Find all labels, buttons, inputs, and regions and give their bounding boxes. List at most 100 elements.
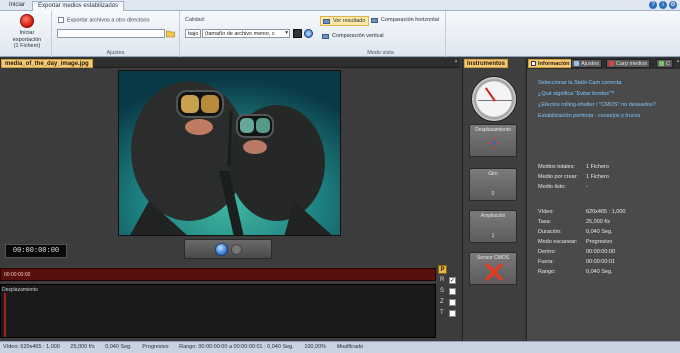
p-button[interactable]: P [438, 265, 447, 274]
video-preview [118, 70, 341, 236]
export-other-dir-label: Exportar archivos a otro directorio [67, 17, 150, 24]
help-link[interactable]: Seleccionar la Stabi-Cam correcta [538, 80, 678, 87]
info-key: Dentro: [538, 249, 557, 255]
output-dir-field[interactable] [57, 29, 165, 38]
channel-checkbox-s[interactable] [449, 288, 456, 295]
tab-c-label: C [666, 61, 670, 67]
ribbon-tabs: Iniciar Exportar medios estabilizados ? … [0, 0, 680, 11]
refresh-icon[interactable] [304, 29, 313, 38]
help-link[interactable]: ¿Qué significa "Evitar bordes"? [538, 91, 678, 98]
file-tab[interactable]: media_of_the_day_image.jpg [1, 59, 93, 68]
desplazamiento-instrument: Desplazamiento [469, 124, 517, 157]
help-link[interactable]: Estabilización perfecta - consejos y tru… [538, 113, 678, 120]
tab-informacion-label: Información [538, 61, 570, 67]
giro-value: 0 [491, 191, 495, 197]
channel-row-s: S [440, 287, 460, 298]
info-value: 0,040 Seg. [586, 229, 613, 235]
channel-row-z: Z [440, 298, 460, 309]
channel-label-z: Z [440, 299, 444, 305]
tab-iniciar[interactable]: Iniciar [4, 1, 30, 11]
channel-toggles: R ✓ S Z T [440, 276, 460, 320]
compare-vertical-button[interactable]: Comparación vertical [320, 32, 387, 42]
start-export-button[interactable]: Iniciar exportación (1 Fichero) [8, 14, 46, 50]
ampliacion-instrument: Ampliación 1 [469, 210, 517, 243]
tab-informacion[interactable]: Información [528, 59, 573, 68]
calidad-label: Calidad: [185, 17, 206, 23]
media-folder-icon [609, 61, 614, 66]
modo-vista-group-label: Modo vista [367, 50, 394, 56]
settings-icon[interactable]: ⚙ [669, 1, 677, 9]
export-other-dir-row[interactable]: Exportar archivos a otro directorio [58, 17, 150, 23]
record-icon [20, 14, 34, 28]
ajustes-group-label: Ajustes [106, 50, 125, 56]
channel-label-t: T [440, 310, 444, 316]
export-other-dir-checkbox[interactable] [58, 17, 64, 23]
view-result-icon [323, 19, 330, 24]
info-value: - [586, 184, 588, 190]
c-tab-icon [659, 61, 664, 66]
info-key: Modo escanear: [538, 239, 578, 245]
calidad-option-value: (tamaño de archivo menor, c [205, 31, 275, 37]
help-links: Seleccionar la Stabi-Cam correcta ¿Qué s… [538, 80, 678, 124]
settings-tab-icon [574, 61, 579, 66]
tab-carp-medios[interactable]: Carp medios [606, 59, 651, 68]
info-value: 620x465 : 1,000 [586, 209, 626, 215]
channel-label-r: R [440, 277, 445, 283]
ajustes-group: Exportar archivos a otro directorio Ajus… [52, 11, 180, 57]
tab-exportar[interactable]: Exportar medios estabilizados [32, 1, 125, 11]
tab-ajustes-label: Ajustes [581, 61, 600, 67]
horizon-gauge [471, 76, 517, 122]
start-export-count: (1 Fichero) [13, 43, 41, 49]
view-result-label: Ver resultado [333, 18, 366, 24]
close-icon[interactable]: ▪ [455, 59, 457, 65]
channel-checkbox-r[interactable]: ✓ [449, 277, 456, 284]
info-tabs: Información Ajustes Carp medios C ▪ [527, 58, 680, 69]
ampliacion-value: 1 [491, 233, 495, 239]
tab-ajustes[interactable]: Ajustes [571, 59, 603, 68]
status-range: Rango: 00:00:00:00 a 00:00:00:01 : 0,040… [179, 344, 294, 350]
compare-vertical-icon [322, 34, 329, 39]
calidad-level-select[interactable]: bajo [185, 29, 201, 38]
status-bar: Vídeo: 620x465 : 1,000 25,000 f/s 0,040 … [0, 341, 680, 353]
error-x-icon [485, 263, 503, 281]
folder-icon[interactable] [166, 29, 175, 38]
compare-horizontal-label: Comparación horizontal [381, 17, 440, 23]
info-value: 00:00:00:01 [586, 259, 616, 265]
view-result-button[interactable]: Ver resultado [320, 16, 370, 26]
channel-checkbox-z[interactable] [449, 299, 456, 306]
compare-horizontal-button[interactable]: Comparación horizontal [369, 16, 442, 26]
start-export-group: Iniciar exportación (1 Fichero) [0, 11, 52, 57]
close-icon[interactable]: ▪ [677, 59, 679, 65]
info-icon[interactable]: i [659, 1, 667, 9]
status-zoom: 100,00% [304, 344, 327, 350]
stop-button[interactable] [231, 244, 242, 255]
graph-label: Desplazamiento [2, 287, 38, 293]
info-key: Medio por crear: [538, 174, 579, 180]
preview-pane-header: media_of_the_day_image.jpg ▪ [0, 58, 460, 68]
status-modified: Modificado [336, 344, 364, 350]
info-key: Rango: [538, 269, 556, 275]
tab-carp-medios-label: Carp medios [616, 61, 648, 67]
calidad-option-select[interactable]: (tamaño de archivo menor, c ▾ [202, 29, 290, 38]
help-icon[interactable]: ? [649, 1, 657, 9]
channel-row-t: T [440, 309, 460, 320]
info-value: 1 Fichero [586, 174, 609, 180]
window-icons: ? i ⚙ [649, 1, 677, 9]
channel-row-r: R ✓ [440, 276, 460, 287]
giro-instrument: Giro 0 [469, 168, 517, 201]
preview-icon[interactable] [293, 29, 302, 38]
info-pane: Información Ajustes Carp medios C ▪ Sele… [526, 58, 680, 341]
help-link[interactable]: ¿Efectos rolling-shutter / "CMOS" no des… [538, 102, 678, 109]
info-key: Vídeo: [538, 209, 554, 215]
graph-marker [4, 293, 6, 337]
info-key: Medios totales: [538, 164, 575, 170]
play-button[interactable] [215, 243, 228, 256]
info-value: 1 Fichero [586, 164, 609, 170]
tab-c[interactable]: C [656, 59, 673, 68]
timeline[interactable]: 00:00:00:00 [0, 268, 436, 281]
instruments-pane: Instrumentos Desplazamiento Giro 0 Ampli… [462, 58, 524, 341]
calidad-group: Calidad: bajo (tamaño de archivo menor, … [180, 11, 316, 57]
channel-checkbox-t[interactable] [449, 310, 456, 317]
start-export-label: Iniciar exportación [12, 30, 42, 43]
instruments-tab[interactable]: Instrumentos [464, 59, 508, 68]
